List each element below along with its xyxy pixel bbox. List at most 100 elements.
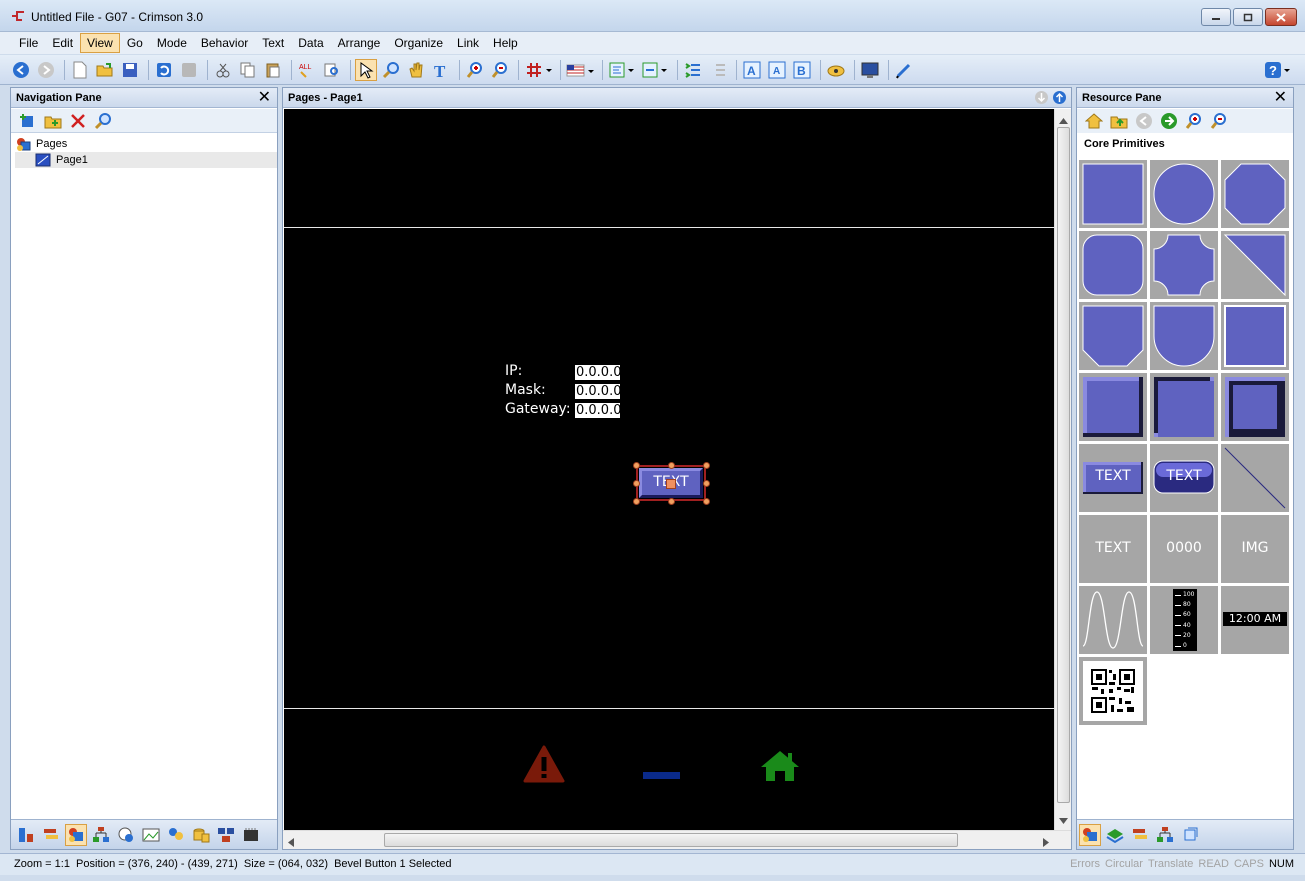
data-tags-icon[interactable] [40, 824, 62, 846]
images-icon[interactable] [140, 824, 162, 846]
page-down-icon[interactable] [1034, 90, 1049, 108]
gateway-value-field[interactable]: 0.0.0.0 [574, 402, 621, 419]
selection-handle[interactable] [703, 462, 710, 469]
menu-mode[interactable]: Mode [150, 33, 194, 53]
zoom-out-icon[interactable] [489, 59, 511, 81]
selection-handle[interactable] [633, 498, 640, 505]
save-icon[interactable] [119, 59, 141, 81]
ip-value-field[interactable]: 0.0.0.0 [574, 364, 621, 381]
primitive-bevel-raised[interactable] [1079, 373, 1147, 441]
mask-value-field[interactable]: 0.0.0.0 [574, 383, 621, 400]
vertical-scroll-thumb[interactable] [1057, 127, 1070, 803]
copy-icon[interactable] [237, 59, 259, 81]
text-tool-icon[interactable]: T [430, 59, 452, 81]
primitive-bevel-sunken[interactable] [1150, 373, 1218, 441]
paste-icon[interactable] [262, 59, 284, 81]
horizontal-scroll-thumb[interactable] [384, 833, 958, 847]
new-file-icon[interactable] [69, 59, 91, 81]
menu-edit[interactable]: Edit [45, 33, 80, 53]
list-order-icon[interactable] [682, 59, 704, 81]
primitives-category-icon[interactable] [1079, 823, 1101, 846]
primitive-wedge[interactable] [1221, 231, 1289, 299]
scroll-down-arrow-icon[interactable] [1059, 813, 1068, 827]
search-icon[interactable] [92, 110, 114, 132]
forward-icon[interactable] [1158, 110, 1180, 132]
users-icon[interactable] [165, 824, 187, 846]
add-folder-icon[interactable] [42, 110, 64, 132]
pen-icon[interactable] [893, 59, 915, 81]
network-icon[interactable] [215, 824, 237, 846]
grid-icon[interactable] [523, 59, 553, 81]
pan-hand-icon[interactable] [405, 59, 427, 81]
tags-category-icon[interactable] [1129, 824, 1151, 846]
scroll-right-arrow-icon[interactable] [1043, 836, 1049, 850]
back-icon[interactable] [1133, 110, 1155, 132]
page-up-icon[interactable] [1052, 90, 1067, 108]
communications-icon[interactable] [15, 824, 37, 846]
forward-icon[interactable] [35, 59, 57, 81]
zoom-in-icon[interactable] [464, 59, 486, 81]
primitive-shield[interactable] [1079, 302, 1147, 370]
menu-link[interactable]: Link [450, 33, 486, 53]
align-icon[interactable] [607, 59, 637, 81]
minimize-button[interactable] [1201, 8, 1231, 26]
primitive-line[interactable] [1221, 444, 1289, 512]
symbols-category-icon[interactable] [1179, 824, 1201, 846]
warning-icon[interactable] [523, 745, 565, 783]
menu-data[interactable]: Data [291, 33, 330, 53]
language-flag-icon[interactable] [565, 59, 595, 81]
distribute-icon[interactable] [640, 59, 670, 81]
primitive-image[interactable]: IMG [1221, 515, 1289, 583]
open-folder-icon[interactable] [94, 59, 116, 81]
primitive-ellipse[interactable] [1150, 160, 1218, 228]
database-icon[interactable] [190, 824, 212, 846]
menu-view[interactable]: View [80, 33, 120, 53]
menu-text[interactable]: Text [255, 33, 291, 53]
display-pages-icon[interactable] [65, 823, 87, 846]
selection-handle[interactable] [703, 498, 710, 505]
web-server-icon[interactable] [115, 824, 137, 846]
add-page-icon[interactable] [17, 110, 39, 132]
menu-help[interactable]: Help [486, 33, 525, 53]
scroll-up-arrow-icon[interactable] [1059, 113, 1068, 127]
home-icon[interactable] [759, 749, 801, 783]
selection-handle[interactable] [633, 480, 640, 487]
close-icon[interactable]: ✕ [258, 89, 271, 107]
bevel-button-1[interactable]: TEXT [633, 462, 710, 505]
menu-organize[interactable]: Organize [387, 33, 450, 53]
folder-up-icon[interactable] [1108, 110, 1130, 132]
menu-go[interactable]: Go [120, 33, 150, 53]
primitive-rectangle[interactable] [1079, 160, 1147, 228]
help-icon[interactable]: ? [1263, 59, 1293, 81]
primitive-plaque[interactable] [1150, 231, 1218, 299]
primitive-clock[interactable]: 12:00 AM [1221, 586, 1289, 654]
programs-icon[interactable] [90, 824, 112, 846]
bold-icon[interactable]: B [791, 59, 813, 81]
font-a-icon[interactable]: A [741, 59, 763, 81]
find-icon[interactable] [321, 59, 343, 81]
cut-icon[interactable] [212, 59, 234, 81]
select-all-icon[interactable]: ALL [296, 59, 318, 81]
zoom-tool-icon[interactable] [380, 59, 402, 81]
selection-handle[interactable] [703, 480, 710, 487]
primitive-trend-wave[interactable] [1079, 586, 1147, 654]
font-a-small-icon[interactable]: A [766, 59, 788, 81]
zoom-out-icon[interactable] [1208, 110, 1230, 132]
primitive-framed-rect[interactable] [1221, 302, 1289, 370]
scroll-left-arrow-icon[interactable] [288, 836, 294, 850]
list-order-disabled-icon[interactable] [707, 59, 729, 81]
primitive-tab[interactable] [1150, 302, 1218, 370]
center-handle[interactable] [666, 479, 676, 489]
close-button[interactable] [1265, 8, 1297, 26]
home-icon[interactable] [1083, 110, 1105, 132]
close-icon[interactable]: ✕ [1274, 89, 1287, 107]
back-icon[interactable] [10, 59, 32, 81]
primitive-bevel-button[interactable]: TEXT [1079, 444, 1147, 512]
menu-file[interactable]: File [12, 33, 45, 53]
redo-icon[interactable] [178, 59, 200, 81]
undo-icon[interactable] [153, 59, 175, 81]
selection-handle[interactable] [668, 462, 675, 469]
selection-handle[interactable] [668, 498, 675, 505]
primitive-qr-code[interactable] [1079, 657, 1147, 725]
menu-behavior[interactable]: Behavior [194, 33, 255, 53]
